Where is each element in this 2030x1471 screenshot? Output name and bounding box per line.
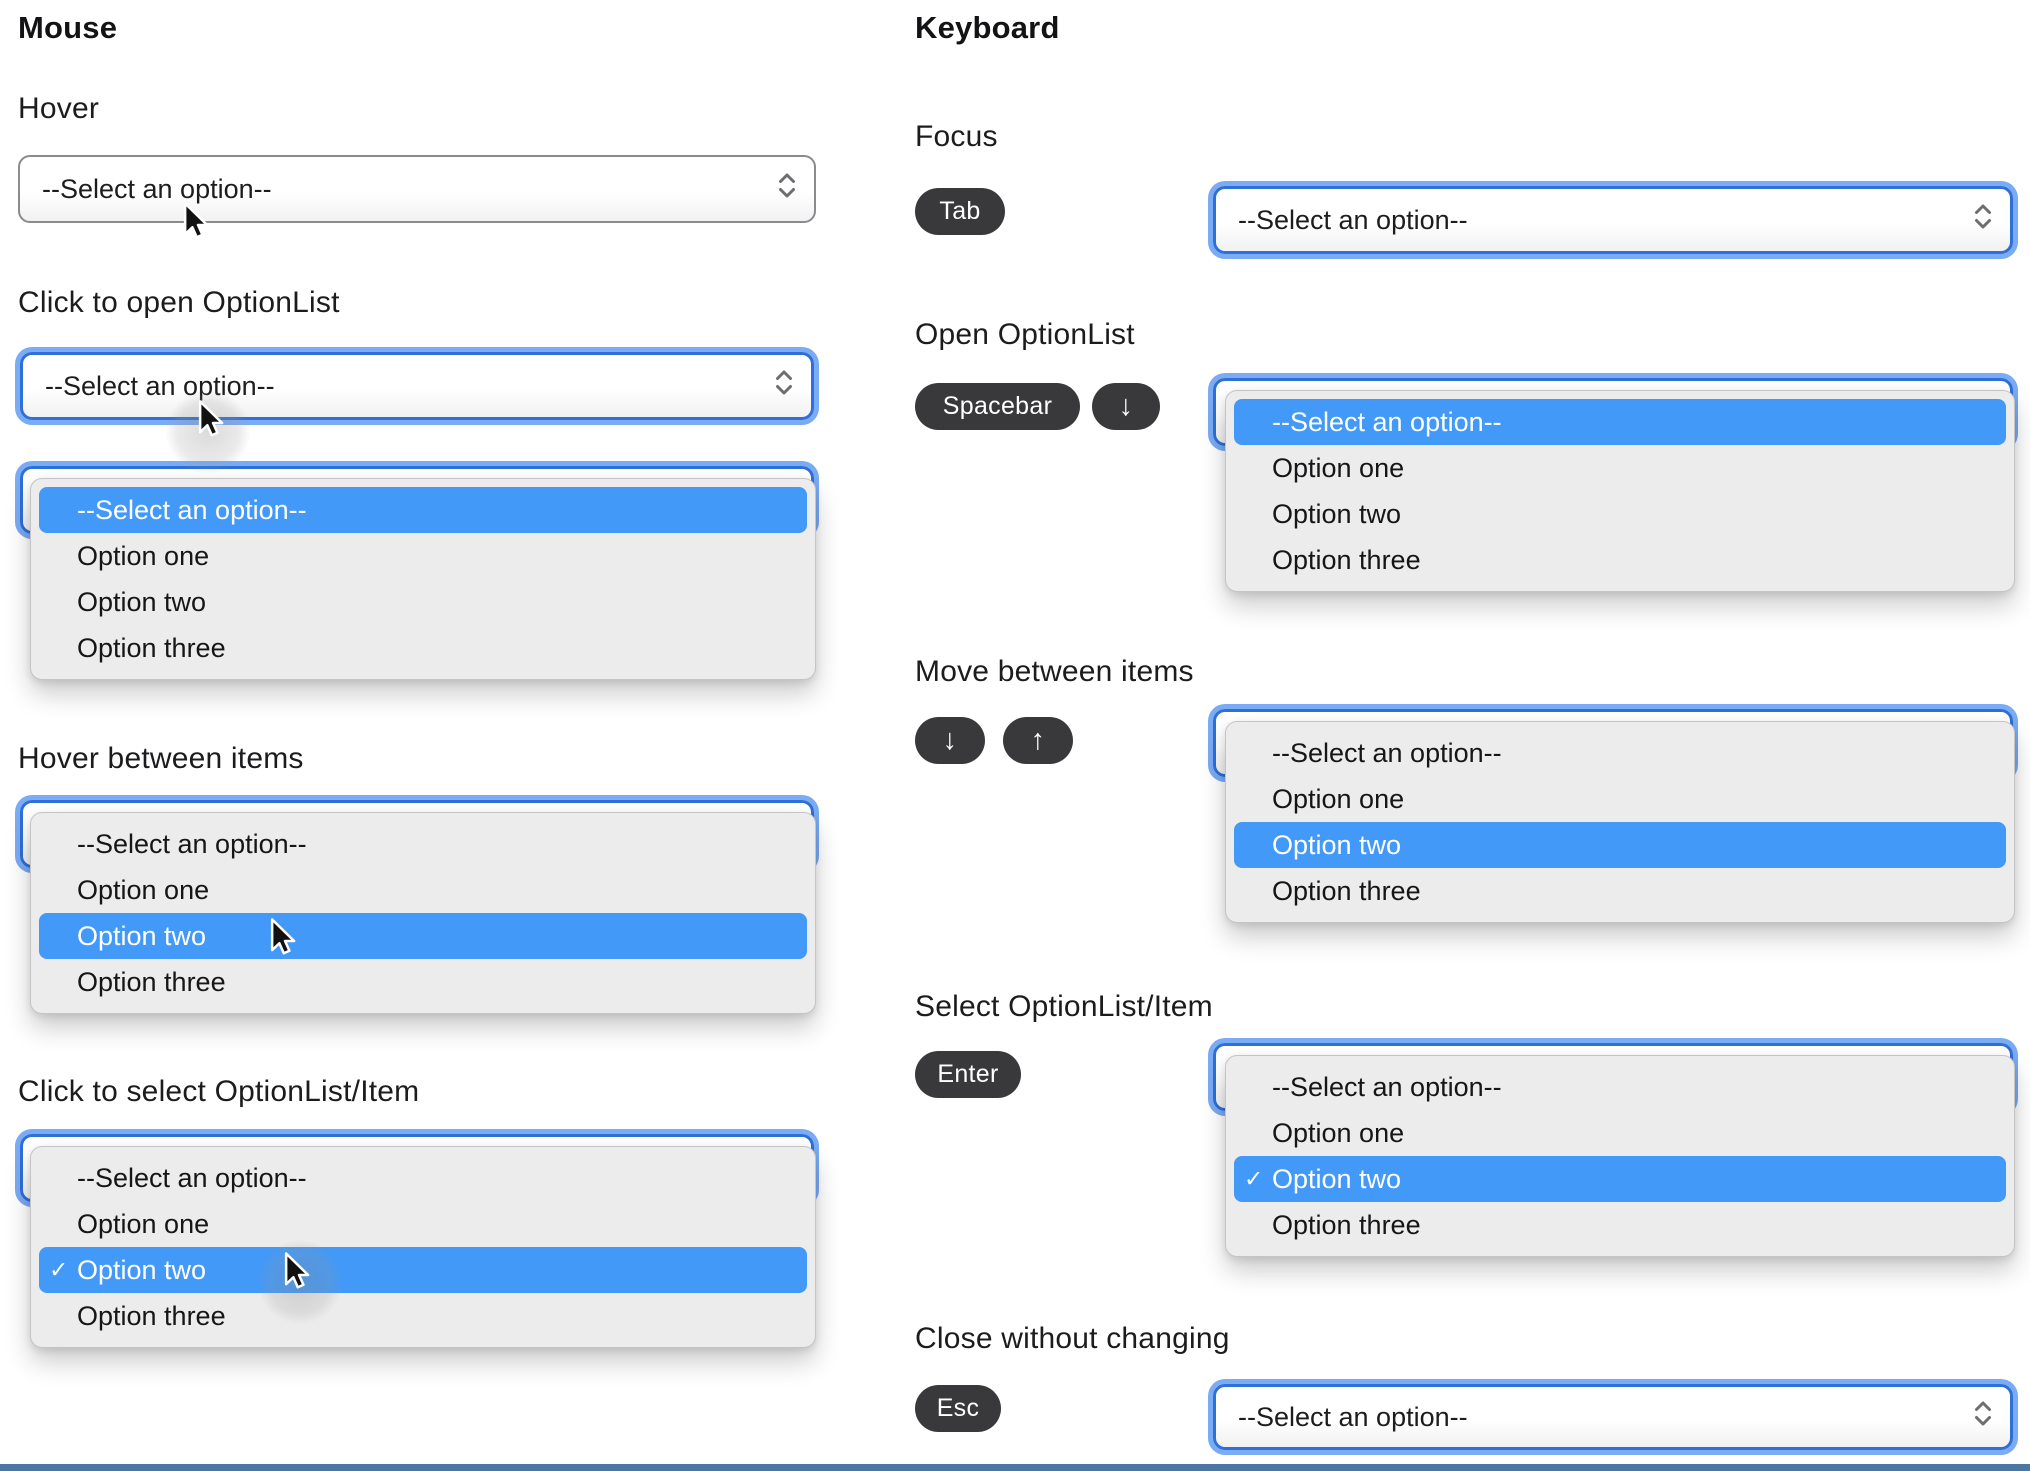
option-item[interactable]: Option two <box>39 913 807 959</box>
select-value: --Select an option-- <box>45 370 275 401</box>
key-badge-arrow-up: ↑ <box>1003 717 1073 764</box>
section-label-open: Open OptionList <box>915 318 1135 351</box>
option-item[interactable]: Option three <box>1234 537 2006 583</box>
check-icon: ✓ <box>49 1256 69 1283</box>
select-click-open-focused[interactable]: --Select an option-- <box>20 352 814 420</box>
option-item[interactable]: Option one <box>1234 776 2006 822</box>
section-label-focus: Focus <box>915 120 998 153</box>
section-label-click-select: Click to select OptionList/Item <box>18 1075 420 1108</box>
key-badge-enter: Enter <box>915 1051 1021 1098</box>
select-close-focused[interactable]: --Select an option-- <box>1213 1384 2013 1450</box>
option-item[interactable]: Option one <box>1234 1110 2006 1156</box>
arrow-up-icon: ↑ <box>1030 724 1046 756</box>
optionlist-open: --Select an option-- Option one Option t… <box>1225 390 2015 592</box>
option-item[interactable]: Option one <box>1234 445 2006 491</box>
option-item[interactable]: Option two <box>1234 822 2006 868</box>
option-item[interactable]: Option three <box>1234 1202 2006 1248</box>
select-value: --Select an option-- <box>1238 204 1468 235</box>
optionlist-click-open: --Select an option-- Option one Option t… <box>30 478 816 680</box>
option-item[interactable]: Option three <box>1234 868 2006 914</box>
option-item[interactable]: Option two <box>1234 491 2006 537</box>
option-item[interactable]: Option one <box>39 1201 807 1247</box>
section-label-close: Close without changing <box>915 1322 1230 1355</box>
key-badge-arrow-down: ↓ <box>915 717 985 764</box>
select-focus-focused[interactable]: --Select an option-- <box>1213 186 2013 254</box>
optionlist-select: --Select an option-- Option one ✓ Option… <box>1225 1055 2015 1257</box>
option-item[interactable]: --Select an option-- <box>39 487 807 533</box>
option-item[interactable]: Option three <box>39 1293 807 1339</box>
option-item-selected[interactable]: ✓ Option two <box>39 1247 807 1293</box>
keyboard-column-title: Keyboard <box>915 10 1060 45</box>
option-item[interactable]: --Select an option-- <box>1234 1064 2006 1110</box>
check-icon: ✓ <box>1244 1165 1264 1192</box>
option-item[interactable]: --Select an option-- <box>1234 399 2006 445</box>
optionlist-move: --Select an option-- Option one Option t… <box>1225 721 2015 923</box>
key-badge-esc: Esc <box>915 1385 1001 1432</box>
mouse-cursor-icon <box>284 1252 310 1289</box>
option-item[interactable]: Option two <box>39 579 807 625</box>
section-label-hover-items: Hover between items <box>18 742 304 775</box>
optionlist-hover-items: --Select an option-- Option one Option t… <box>30 812 816 1014</box>
mouse-column-title: Mouse <box>18 10 118 45</box>
arrow-down-icon: ↓ <box>1118 390 1134 422</box>
key-badge-tab: Tab <box>915 188 1005 235</box>
section-label-select: Select OptionList/Item <box>915 990 1213 1023</box>
select-stepper-icon <box>1972 1399 1994 1436</box>
mouse-cursor-icon <box>270 918 296 955</box>
select-stepper-icon <box>776 171 798 208</box>
option-item[interactable]: --Select an option-- <box>1234 730 2006 776</box>
select-value: --Select an option-- <box>1238 1401 1468 1432</box>
select-stepper-icon <box>773 368 795 405</box>
option-item[interactable]: --Select an option-- <box>39 821 807 867</box>
option-item[interactable]: Option three <box>39 959 807 1005</box>
select-value: --Select an option-- <box>42 173 272 204</box>
optionlist-click-select: --Select an option-- Option one ✓ Option… <box>30 1146 816 1348</box>
mouse-cursor-icon <box>198 400 224 437</box>
option-item[interactable]: Option one <box>39 533 807 579</box>
section-label-click-open: Click to open OptionList <box>18 286 340 319</box>
option-item-selected[interactable]: ✓ Option two <box>1234 1156 2006 1202</box>
section-label-hover: Hover <box>18 92 100 125</box>
key-badge-arrow-down: ↓ <box>1092 383 1160 430</box>
key-badge-spacebar: Spacebar <box>915 383 1080 430</box>
section-label-move: Move between items <box>915 655 1194 688</box>
page: Mouse Hover --Select an option-- Click t… <box>0 0 2030 1471</box>
option-item[interactable]: --Select an option-- <box>39 1155 807 1201</box>
mouse-cursor-icon <box>183 202 209 239</box>
bottom-edge-rule <box>0 1464 2030 1471</box>
arrow-down-icon: ↓ <box>942 724 958 756</box>
option-item[interactable]: Option three <box>39 625 807 671</box>
select-stepper-icon <box>1972 202 1994 239</box>
select-hover-closed[interactable]: --Select an option-- <box>18 155 816 223</box>
option-item[interactable]: Option one <box>39 867 807 913</box>
